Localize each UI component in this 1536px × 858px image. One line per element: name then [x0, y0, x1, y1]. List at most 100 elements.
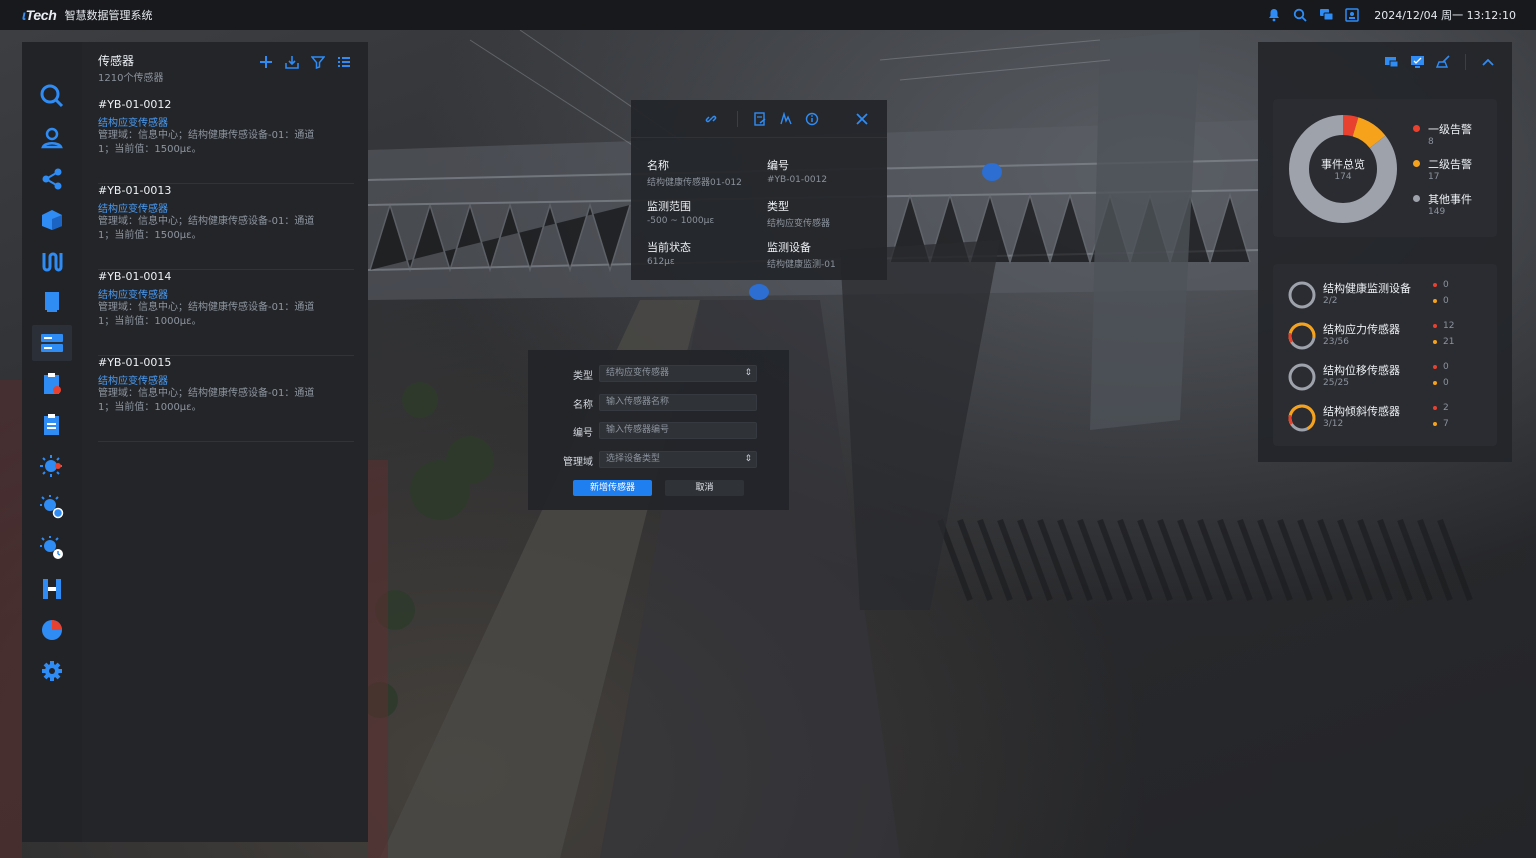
- sensor-list-panel: 传感器 1210个传感器 #YB-01-0012 结构应变传感器 管理域：信息中…: [82, 42, 368, 842]
- status-ring-icon: [1288, 363, 1316, 391]
- left-nav-rail: [22, 42, 82, 842]
- rail-sun-alert[interactable]: [32, 448, 72, 484]
- rail-sun-refresh[interactable]: [32, 489, 72, 525]
- pie-chart-icon: [42, 620, 62, 640]
- app-title: 智慧数据管理系统: [64, 9, 153, 22]
- red-alert-count: 0: [1433, 280, 1449, 290]
- signature-icon[interactable]: [778, 111, 794, 127]
- chevron-up-icon[interactable]: [1480, 54, 1496, 70]
- device-name: 结构应力传感器: [1323, 323, 1400, 336]
- legend-label: 一级告警: [1428, 123, 1472, 136]
- field-value: -500 ~ 1000με: [647, 216, 715, 226]
- detail-field-code: 编号 #YB-01-0012: [767, 157, 887, 185]
- document-icon: [45, 292, 59, 312]
- monitor-icon[interactable]: [1409, 54, 1425, 70]
- doc-edit-icon[interactable]: [752, 111, 768, 127]
- link-icon[interactable]: [703, 111, 719, 127]
- rail-clipboard[interactable]: [32, 407, 72, 443]
- sensor-type[interactable]: 结构应变传感器: [98, 372, 168, 387]
- rail-search[interactable]: [32, 78, 72, 114]
- sensor-list-item[interactable]: #YB-01-0013 结构应变传感器 管理域：信息中心；结构健康传感设备-01…: [98, 184, 354, 270]
- rail-cube[interactable]: [32, 202, 72, 238]
- name-label: 名称: [573, 400, 593, 411]
- sun-refresh-icon: [40, 495, 64, 519]
- device-row[interactable]: 结构健康监测设备 2/2 0 0: [1287, 278, 1487, 314]
- sensor-list-item[interactable]: #YB-01-0015 结构应变传感器 管理域：信息中心；结构健康传感设备-01…: [98, 356, 354, 442]
- cancel-button[interactable]: 取消: [665, 480, 744, 496]
- report-icon: [44, 373, 61, 394]
- code-input[interactable]: 输入传感器编号: [599, 422, 757, 439]
- form-row-type: 类型 结构应变传感器 ⇕: [528, 365, 789, 383]
- device-count: 2/2: [1323, 296, 1338, 306]
- sensor-list-item[interactable]: #YB-01-0012 结构应变传感器 管理域：信息中心；结构健康传感设备-01…: [98, 98, 354, 184]
- sensor-description: 管理域：信息中心；结构健康传感设备-01：通道1；当前值：1000με。: [98, 302, 315, 327]
- rail-server[interactable]: [32, 325, 72, 361]
- device-row[interactable]: 结构倾斜传感器 3/12 2 7: [1287, 401, 1487, 437]
- sensor-description: 管理域：信息中心；结构健康传感设备-01：通道1；当前值：1000με。: [98, 388, 315, 413]
- rail-pie-chart[interactable]: [32, 612, 72, 648]
- orange-alert-count: 0: [1433, 296, 1449, 306]
- rail-report[interactable]: [32, 366, 72, 402]
- sensor-type[interactable]: 结构应变传感器: [98, 200, 168, 215]
- user-card-icon[interactable]: [1344, 7, 1360, 23]
- legend-label: 二级告警: [1428, 158, 1472, 171]
- clipboard-icon: [44, 414, 59, 435]
- rail-sun-clock[interactable]: [32, 530, 72, 566]
- donut-center-title: 事件总览: [1321, 158, 1365, 171]
- info-icon[interactable]: [804, 111, 820, 127]
- broom-icon[interactable]: [1435, 54, 1451, 70]
- toolbar-divider: [737, 111, 738, 127]
- bell-icon[interactable]: [1266, 7, 1282, 23]
- screen-share-icon[interactable]: [1383, 54, 1399, 70]
- detail-field-type: 类型 结构应变传感器: [767, 198, 887, 229]
- status-ring-icon: [1288, 322, 1316, 350]
- sensor-description: 管理域：信息中心；结构健康传感设备-01：通道1；当前值：1500με。: [98, 130, 315, 155]
- top-right-controls: 2024/12/04 周一 13:12:10: [1266, 0, 1516, 30]
- add-sensor-button[interactable]: 新增传感器: [573, 480, 652, 496]
- right-stats-panel: 事件总览 174 一级告警 8 二级告警 17 其他事件 149 结构健康监测设…: [1258, 42, 1512, 462]
- chat-icon[interactable]: [1318, 7, 1334, 23]
- field-value: 结构应变传感器: [767, 219, 831, 229]
- import-icon[interactable]: [284, 54, 300, 70]
- sensor-type[interactable]: 结构应变传感器: [98, 114, 168, 129]
- device-name: 结构健康监测设备: [1323, 282, 1411, 295]
- type-select[interactable]: 结构应变传感器 ⇕: [599, 365, 757, 382]
- field-label: 编号: [767, 159, 789, 172]
- name-input[interactable]: 输入传感器名称: [599, 394, 757, 411]
- rail-share[interactable]: [32, 161, 72, 197]
- field-label: 当前状态: [647, 241, 691, 254]
- sensor-detail-popup: 名称 结构健康传感器01-012 编号 #YB-01-0012 监测范围 -50…: [631, 100, 887, 280]
- datetime: 2024/12/04 周一 13:12:10: [1374, 9, 1516, 22]
- sensor-type[interactable]: 结构应变传感器: [98, 286, 168, 301]
- red-alert-count: 12: [1433, 321, 1454, 331]
- events-overview-card: 事件总览 174 一级告警 8 二级告警 17 其他事件 149: [1273, 99, 1497, 237]
- plus-icon[interactable]: [258, 54, 274, 70]
- orange-alert-count: 7: [1433, 419, 1449, 429]
- search-icon: [40, 84, 64, 108]
- rail-document[interactable]: [32, 284, 72, 320]
- sensor-id: #YB-01-0013: [98, 184, 172, 197]
- rail-user-location[interactable]: [32, 120, 72, 156]
- search-icon[interactable]: [1292, 7, 1308, 23]
- field-value: 结构健康监测-01: [767, 260, 836, 270]
- filter-icon[interactable]: [310, 54, 326, 70]
- domain-select[interactable]: 选择设备类型 ⇕: [599, 451, 757, 468]
- device-row[interactable]: 结构位移传感器 25/25 0 0: [1287, 360, 1487, 396]
- detail-field-range: 监测范围 -500 ~ 1000με: [647, 198, 767, 226]
- rail-pipeline[interactable]: [32, 243, 72, 279]
- app-logo[interactable]: ɩTech: [22, 7, 57, 23]
- legend-dot-orange: [1413, 160, 1420, 167]
- panel-toolbar: [258, 54, 352, 70]
- rail-bridge[interactable]: [32, 571, 72, 607]
- detail-toolbar: [631, 100, 887, 138]
- device-row[interactable]: 结构应力传感器 23/56 12 21: [1287, 319, 1487, 355]
- rail-settings[interactable]: [32, 653, 72, 689]
- device-count: 25/25: [1323, 378, 1349, 388]
- close-icon[interactable]: [854, 111, 870, 127]
- field-value: 结构健康传感器01-012: [647, 178, 742, 188]
- server-icon: [41, 334, 63, 352]
- red-alert-count: 0: [1433, 362, 1449, 372]
- sensor-list-item[interactable]: #YB-01-0014 结构应变传感器 管理域：信息中心；结构健康传感设备-01…: [98, 270, 354, 356]
- list-icon[interactable]: [336, 54, 352, 70]
- gear-icon: [42, 661, 62, 681]
